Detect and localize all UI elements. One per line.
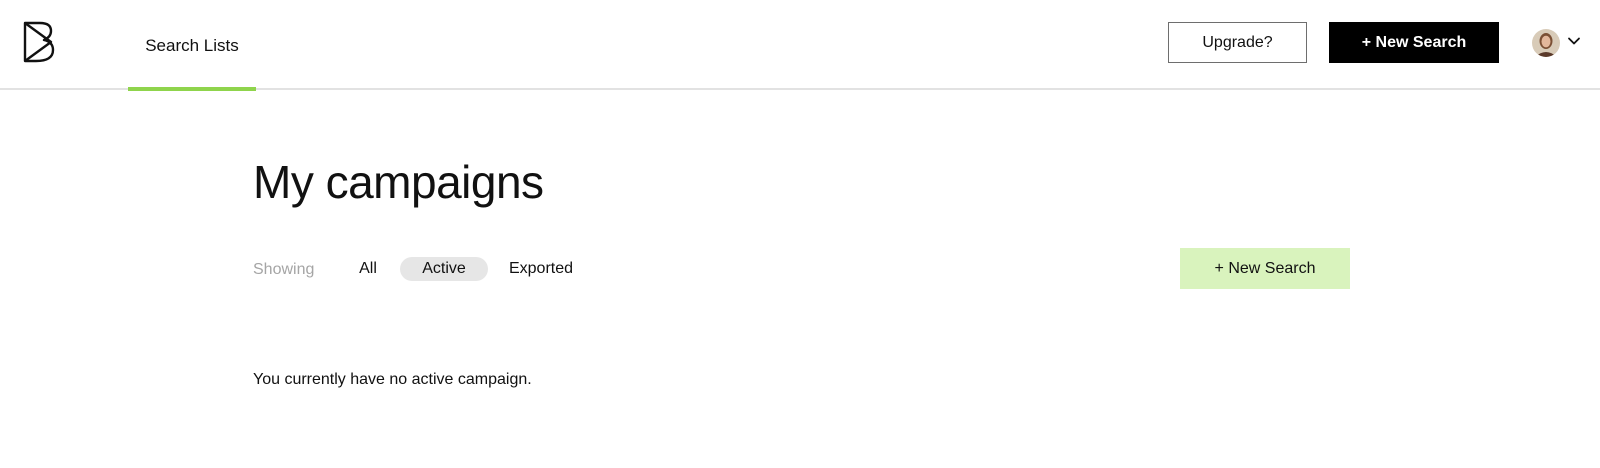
b-play-logo-icon[interactable] [22,20,56,64]
empty-state-message: You currently have no active campaign. [253,371,532,388]
active-tab-indicator [128,87,256,91]
page-title: My campaigns [253,156,544,208]
filter-active[interactable]: Active [400,257,488,281]
chevron-down-icon[interactable] [1566,33,1582,49]
filter-exported[interactable]: Exported [506,257,576,281]
tab-search-lists-label: Search Lists [145,35,239,55]
showing-label: Showing [253,261,315,278]
filter-all[interactable]: All [352,257,384,281]
top-navigation-bar: Search Lists Upgrade? + New Search [0,0,1600,91]
tab-search-lists[interactable]: Search Lists [128,0,256,91]
user-avatar[interactable] [1532,29,1560,57]
new-search-header-button[interactable]: + New Search [1329,22,1499,63]
new-search-button[interactable]: + New Search [1180,248,1350,289]
upgrade-button[interactable]: Upgrade? [1168,22,1307,63]
